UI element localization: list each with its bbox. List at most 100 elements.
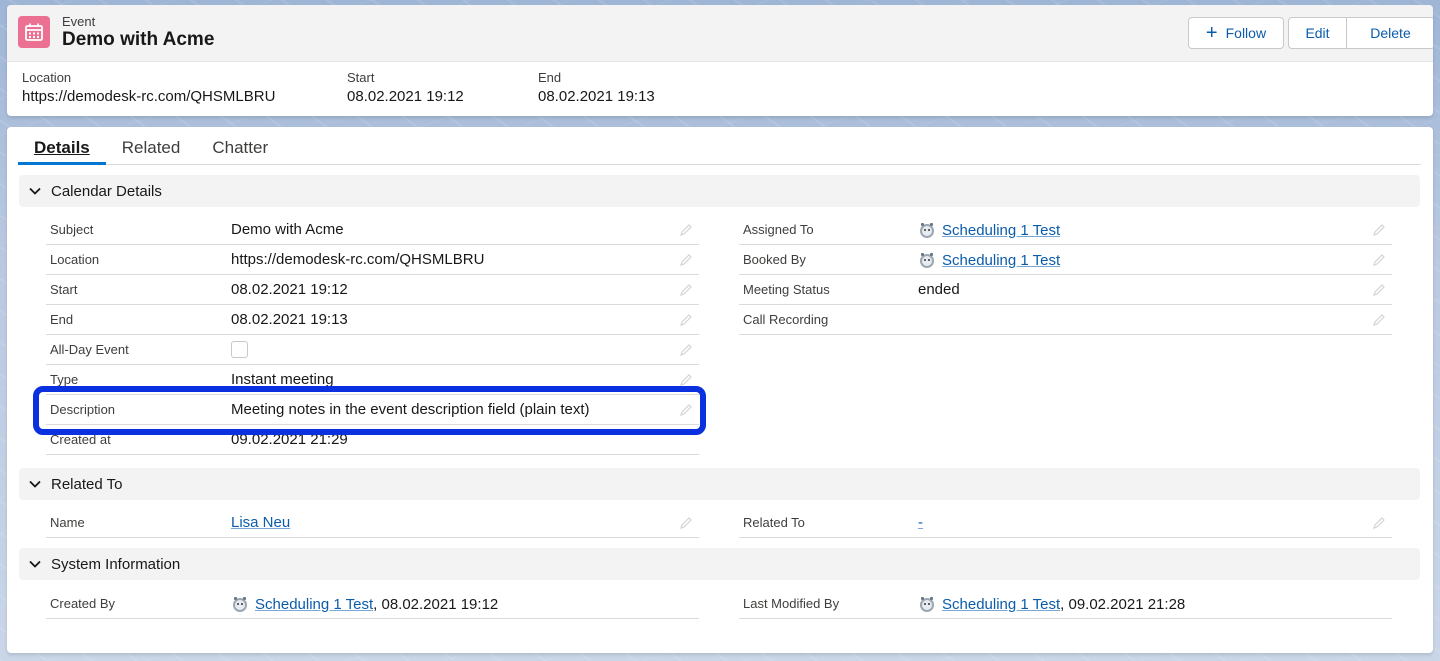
related-to-link[interactable]: - xyxy=(918,514,923,531)
field-end: End 08.02.2021 19:13 xyxy=(46,305,699,335)
highlight-label: End xyxy=(538,70,562,85)
user-avatar-icon xyxy=(920,253,934,268)
pencil-icon[interactable] xyxy=(679,516,693,530)
field-value: - xyxy=(918,514,923,531)
record-title: Demo with Acme xyxy=(62,29,215,50)
field-value: Meeting notes in the event description f… xyxy=(231,401,590,418)
field-type: Type Instant meeting xyxy=(46,365,699,395)
record-header: Event Demo with Acme + Follow Edit Delet… xyxy=(7,5,1433,116)
last-modified-by-link[interactable]: Scheduling 1 Test xyxy=(942,596,1060,613)
field-all-day-event: All-Day Event xyxy=(46,335,699,365)
field-created-by: Created By Scheduling 1 Test, 08.02.2021… xyxy=(46,589,699,619)
field-label: Description xyxy=(50,402,116,417)
modified-date: , 09.02.2021 21:28 xyxy=(1060,595,1186,613)
field-value: ended xyxy=(918,281,960,298)
pencil-icon[interactable] xyxy=(679,283,693,297)
field-value: 09.02.2021 21:29 xyxy=(231,431,348,448)
assigned-to-link[interactable]: Scheduling 1 Test xyxy=(942,222,1060,239)
calendar-icon xyxy=(18,16,50,48)
chevron-down-icon xyxy=(19,184,51,198)
all-day-checkbox[interactable] xyxy=(231,341,248,358)
highlight-value: 08.02.2021 19:13 xyxy=(538,88,655,105)
pencil-icon[interactable] xyxy=(679,313,693,327)
pencil-icon[interactable] xyxy=(679,373,693,387)
field-description: Description Meeting notes in the event d… xyxy=(46,395,699,425)
pencil-icon[interactable] xyxy=(1372,313,1386,327)
field-label: Last Modified By xyxy=(743,596,840,611)
tab-bar: Details Related Chatter xyxy=(18,127,1421,165)
highlight-label: Start xyxy=(347,70,375,85)
pencil-icon[interactable] xyxy=(1372,253,1386,267)
field-call-recording: Call Recording xyxy=(739,305,1392,335)
field-label: Created By xyxy=(50,596,116,611)
tab-related[interactable]: Related xyxy=(106,127,197,165)
pencil-icon[interactable] xyxy=(1372,516,1386,530)
highlight-label: Location xyxy=(22,70,72,85)
section-system-information[interactable]: System Information xyxy=(19,548,1420,580)
pencil-icon[interactable] xyxy=(679,223,693,237)
field-label: Call Recording xyxy=(743,312,829,327)
user-avatar-icon xyxy=(920,597,934,612)
field-label: Booked By xyxy=(743,252,806,267)
field-meeting-status: Meeting Status ended xyxy=(739,275,1392,305)
pencil-icon[interactable] xyxy=(679,403,693,417)
highlight-location: Location https://demodesk-rc.com/QHSMLBR… xyxy=(22,70,275,105)
highlight-value: https://demodesk-rc.com/QHSMLBRU xyxy=(22,88,276,105)
pencil-icon[interactable] xyxy=(1372,283,1386,297)
field-value xyxy=(231,341,248,358)
highlight-value: 08.02.2021 19:12 xyxy=(347,88,464,105)
field-value: Scheduling 1 Test, 08.02.2021 19:12 xyxy=(231,595,498,613)
plus-icon: + xyxy=(1205,22,1218,44)
delete-button[interactable]: Delete xyxy=(1347,17,1433,49)
field-label: Start xyxy=(50,282,78,297)
created-by-link[interactable]: Scheduling 1 Test xyxy=(255,596,373,613)
follow-button[interactable]: + Follow xyxy=(1188,17,1284,49)
name-link[interactable]: Lisa Neu xyxy=(231,514,290,531)
field-value: Scheduling 1 Test xyxy=(918,251,1060,269)
field-value: Demo with Acme xyxy=(231,221,344,238)
field-label: Created at xyxy=(50,432,111,447)
field-value: 08.02.2021 19:13 xyxy=(231,311,348,328)
field-subject: Subject Demo with Acme xyxy=(46,215,699,245)
action-button-group: Edit Delete xyxy=(1288,17,1433,49)
tab-details[interactable]: Details xyxy=(18,127,106,165)
field-label: Meeting Status xyxy=(743,282,830,297)
field-label: All-Day Event xyxy=(50,342,129,357)
field-value: Scheduling 1 Test, 09.02.2021 21:28 xyxy=(918,595,1185,613)
field-created-at: Created at 09.02.2021 21:29 xyxy=(46,425,699,455)
pencil-icon[interactable] xyxy=(1372,223,1386,237)
tab-chatter[interactable]: Chatter xyxy=(196,127,284,165)
field-label: Assigned To xyxy=(743,222,814,237)
field-value: Instant meeting xyxy=(231,371,334,388)
created-date: , 08.02.2021 19:12 xyxy=(373,595,499,613)
field-label: End xyxy=(50,312,74,327)
section-title: Related To xyxy=(51,475,123,493)
header-top-bar: Event Demo with Acme + Follow Edit Delet… xyxy=(7,5,1433,62)
booked-by-link[interactable]: Scheduling 1 Test xyxy=(942,252,1060,269)
field-related-to: Related To - xyxy=(739,508,1392,538)
section-title: Calendar Details xyxy=(51,182,162,200)
highlight-start: Start 08.02.2021 19:12 xyxy=(347,70,464,105)
field-name: Name Lisa Neu xyxy=(46,508,699,538)
field-label: Type xyxy=(50,372,79,387)
field-value: Lisa Neu xyxy=(231,514,290,531)
record-detail-card: Details Related Chatter Calendar Details… xyxy=(7,127,1433,653)
pencil-icon[interactable] xyxy=(679,253,693,267)
section-related-to[interactable]: Related To xyxy=(19,468,1420,500)
pencil-icon[interactable] xyxy=(679,343,693,357)
highlights-panel: Location https://demodesk-rc.com/QHSMLBR… xyxy=(22,70,1433,114)
field-value: 08.02.2021 19:12 xyxy=(231,281,348,298)
edit-button[interactable]: Edit xyxy=(1288,17,1347,49)
user-avatar-icon xyxy=(920,223,934,238)
highlight-end: End 08.02.2021 19:13 xyxy=(538,70,655,105)
field-start: Start 08.02.2021 19:12 xyxy=(46,275,699,305)
field-label: Subject xyxy=(50,222,94,237)
chevron-down-icon xyxy=(19,557,51,571)
field-label: Name xyxy=(50,515,85,530)
field-assigned-to: Assigned To Scheduling 1 Test xyxy=(739,215,1392,245)
user-avatar-icon xyxy=(233,597,247,612)
section-title: System Information xyxy=(51,555,181,573)
chevron-down-icon xyxy=(19,477,51,491)
field-label: Location xyxy=(50,252,100,267)
section-calendar-details[interactable]: Calendar Details xyxy=(19,175,1420,207)
